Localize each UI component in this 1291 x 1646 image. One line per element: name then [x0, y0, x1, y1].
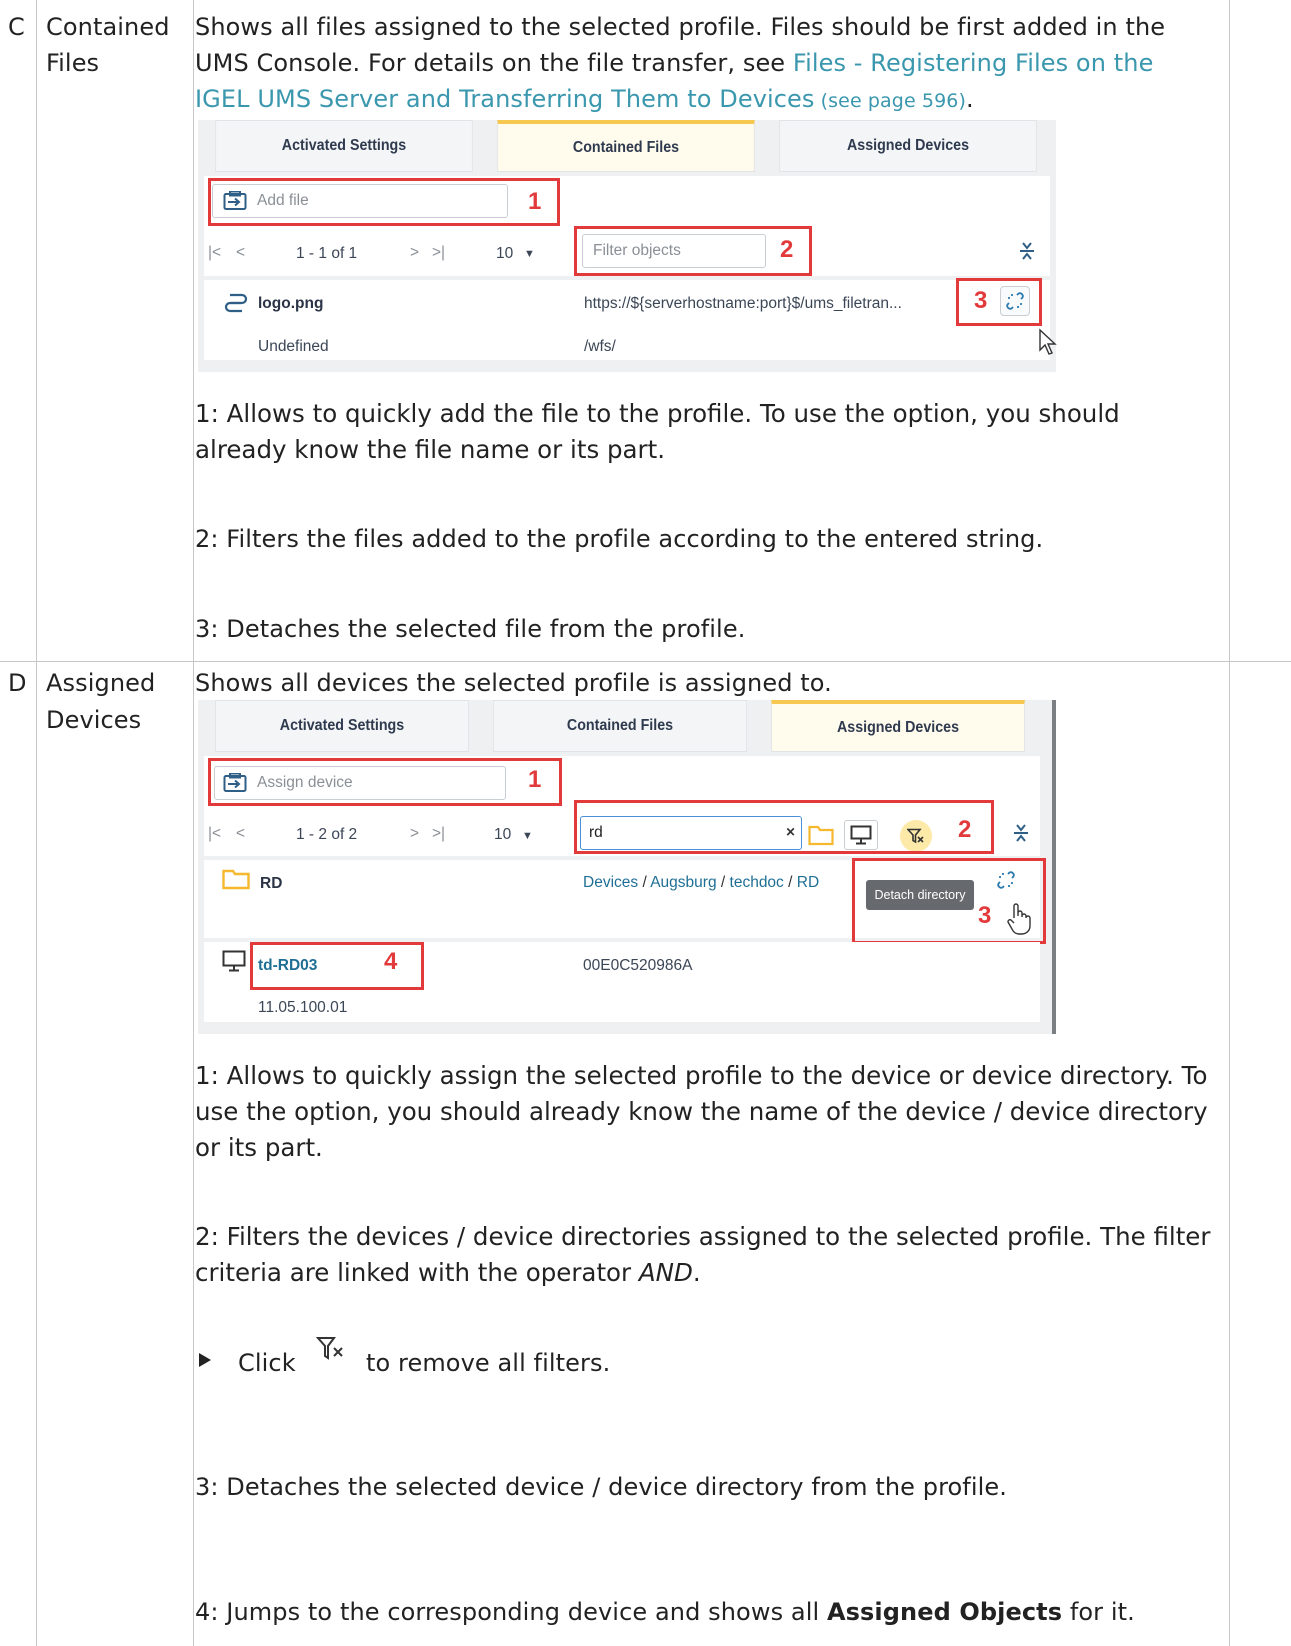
- callout-box-2: [574, 226, 812, 276]
- device-mac: 00E0C520986A: [583, 957, 693, 974]
- pager-text: 1 - 2 of 2: [296, 826, 358, 843]
- file-path: /wfs/: [584, 338, 616, 355]
- row-d-letter: D: [8, 669, 27, 697]
- callout-number-1: 1: [528, 188, 542, 215]
- row-d-note-4-text: 4: Jumps to the corresponding device and…: [195, 1598, 827, 1626]
- breadcrumb-techdoc[interactable]: techdoc: [730, 874, 784, 891]
- directory-name[interactable]: RD: [260, 875, 282, 893]
- row-c-term-line1: Contained: [46, 13, 170, 41]
- row-c-link-page[interactable]: (see page 596): [815, 90, 966, 112]
- table-col-divider-2: [193, 0, 194, 1646]
- next-page-icon[interactable]: >: [410, 244, 419, 262]
- device-version: 11.05.100.01: [258, 999, 348, 1016]
- breadcrumb-devices[interactable]: Devices: [583, 874, 638, 891]
- table-col-divider-1: [36, 0, 37, 1646]
- breadcrumb-augsburg[interactable]: Augsburg: [650, 874, 716, 891]
- callout-number-2: 2: [780, 236, 794, 263]
- row-d-note-4-end: for it.: [1062, 1598, 1135, 1626]
- hand-pointer-icon: [1006, 902, 1032, 941]
- file-url: https://${serverhostname:port}$/ums_file…: [584, 295, 902, 312]
- page-size-caret-icon: ▼: [524, 248, 535, 260]
- row-c-intro-line1: Shows all files assigned to the selected…: [195, 13, 1166, 41]
- page-size-select[interactable]: 10: [494, 826, 511, 844]
- row-c-link-part2[interactable]: IGEL UMS Server and Transferring Them to…: [195, 85, 815, 113]
- callout-number-3: 3: [974, 287, 988, 314]
- folder-icon: [222, 868, 250, 895]
- file-row[interactable]: [204, 280, 1050, 360]
- document-page: C Contained Files Shows all files assign…: [0, 0, 1291, 1646]
- table-col-divider-3: [1229, 0, 1230, 1646]
- row-d-note-2: 2: Filters the devices / device director…: [195, 1219, 1215, 1291]
- callout-box-3: [956, 278, 1042, 326]
- scrollbar-edge: [1052, 700, 1056, 1034]
- tab-activated-settings[interactable]: Activated Settings: [215, 700, 469, 752]
- clear-filters-inline-icon: [315, 1336, 346, 1366]
- file-link-icon: [224, 292, 248, 319]
- callout-number-1: 1: [528, 766, 542, 793]
- row-c-link-part1[interactable]: Files - Registering Files on the: [793, 49, 1154, 77]
- callout-box-1: [208, 758, 562, 806]
- tab-activated-settings[interactable]: Activated Settings: [215, 120, 473, 172]
- row-d-note-2-operator: AND: [638, 1258, 693, 1287]
- tab-assigned-devices[interactable]: Assigned Devices: [771, 700, 1025, 752]
- collapse-icon[interactable]: [1012, 822, 1030, 849]
- callout-box-1: [208, 178, 560, 226]
- row-d-note-4-bold: Assigned Objects: [826, 1598, 1063, 1626]
- row-c-note-3: 3: Detaches the selected file from the p…: [195, 615, 746, 643]
- row-c-note-2: 2: Filters the files added to the profil…: [195, 525, 1044, 553]
- page-size-caret-icon: ▼: [522, 830, 533, 842]
- row-c-term-line2: Files: [46, 49, 100, 77]
- file-name[interactable]: logo.png: [258, 295, 323, 313]
- row-d-note-1: 1: Allows to quickly assign the selected…: [195, 1061, 1208, 1162]
- row-d-term-line2: Devices: [46, 706, 142, 734]
- bullet-triangle-icon: [198, 1352, 212, 1372]
- row-c-intro-end: .: [965, 85, 974, 113]
- file-status: Undefined: [258, 338, 329, 355]
- click-instruction-suffix: to remove all filters.: [366, 1349, 611, 1377]
- assigned-devices-screenshot: Activated Settings Contained Files Assig…: [198, 700, 1056, 1034]
- first-page-icon[interactable]: |<: [208, 244, 221, 262]
- breadcrumb-rd[interactable]: RD: [797, 874, 819, 891]
- breadcrumb: Devices / Augsburg / techdoc / RD: [583, 874, 820, 891]
- contained-files-screenshot: Activated Settings Contained Files Assig…: [198, 120, 1058, 372]
- mouse-pointer-icon: [1038, 328, 1058, 361]
- first-page-icon[interactable]: |<: [208, 825, 221, 843]
- last-page-icon[interactable]: >|: [432, 825, 445, 843]
- callout-number-4: 4: [384, 948, 398, 975]
- callout-number-2: 2: [958, 816, 972, 843]
- last-page-icon[interactable]: >|: [432, 244, 445, 262]
- tab-contained-files[interactable]: Contained Files: [497, 120, 755, 172]
- click-instruction-prefix: Click: [238, 1349, 296, 1377]
- callout-box-2: [574, 800, 994, 854]
- row-d-note-3: 3: Detaches the selected device / device…: [195, 1473, 1007, 1501]
- monitor-icon: [222, 950, 246, 977]
- row-d-note-2-end: .: [692, 1258, 701, 1287]
- row-c-intro-line2-text: UMS Console. For details on the file tra…: [195, 49, 793, 77]
- row-d-term-line1: Assigned: [46, 669, 156, 697]
- row-c-note-1: 1: Allows to quickly add the file to the…: [195, 399, 1120, 464]
- tab-contained-files[interactable]: Contained Files: [493, 700, 747, 752]
- row-d-note-2-text: 2: Filters the devices / device director…: [195, 1222, 1211, 1287]
- prev-page-icon[interactable]: <: [236, 244, 245, 262]
- next-page-icon[interactable]: >: [410, 825, 419, 843]
- pager-text: 1 - 1 of 1: [296, 245, 358, 262]
- row-c-letter: C: [8, 13, 25, 41]
- row-c-intro-line2: UMS Console. For details on the file tra…: [195, 45, 1153, 81]
- page-size-select[interactable]: 10: [496, 245, 513, 263]
- row-d-note-4: 4: Jumps to the corresponding device and…: [195, 1594, 1135, 1630]
- row-c-intro-line3: IGEL UMS Server and Transferring Them to…: [195, 81, 974, 119]
- prev-page-icon[interactable]: <: [236, 825, 245, 843]
- row-d-intro: Shows all devices the selected profile i…: [195, 669, 832, 697]
- callout-number-3: 3: [978, 902, 992, 929]
- tab-assigned-devices[interactable]: Assigned Devices: [779, 120, 1037, 172]
- collapse-icon[interactable]: [1018, 240, 1036, 267]
- callout-box-4: [250, 942, 424, 990]
